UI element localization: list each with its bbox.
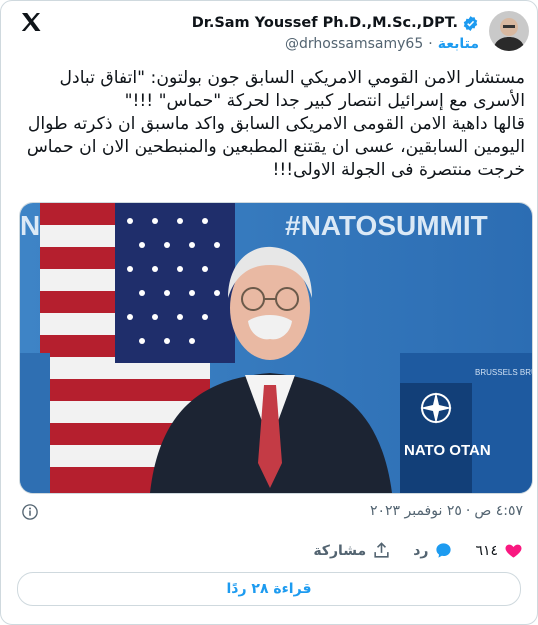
handle-row: @drhossamsamy65 · متابعة (285, 36, 479, 52)
reply-bubble-icon (436, 543, 452, 558)
image-banner-side: BRUSSELS BRUXELLES (475, 368, 532, 377)
image-sign-text: #NATOSUMMIT (285, 210, 488, 241)
heart-icon (505, 544, 522, 558)
tweet-text: مستشار الامن القومي الامريكي السابق جون … (26, 68, 525, 180)
tweet-photo[interactable]: #NATOSUMMIT NATO BRUSSELS BRUXELLES NATO… (19, 202, 533, 494)
share-icon (374, 542, 389, 558)
reply-button[interactable]: رد (413, 541, 453, 560)
like-button[interactable]: ٦١٤ (475, 541, 523, 560)
like-count: ٦١٤ (475, 542, 498, 559)
handle-separator: · (428, 36, 433, 52)
tweet-card: Dr.Sam Youssef Ph.D.,M.Sc.,DPT. @drhossa… (0, 0, 538, 625)
tweet-date: ٢٥ نوفمبر ٢٠٢٣ (369, 503, 462, 519)
tweet-time: ٤:٥٧ ص (474, 503, 523, 519)
author-name-row[interactable]: Dr.Sam Youssef Ph.D.,M.Sc.,DPT. (192, 13, 479, 33)
timestamp-separator: · (465, 503, 471, 519)
reply-label: رد (413, 542, 429, 559)
info-icon[interactable] (21, 503, 39, 521)
read-replies-button[interactable]: قراءة ٢٨ ردًا (17, 572, 521, 606)
x-logo-icon[interactable] (19, 11, 43, 35)
display-name[interactable]: Dr.Sam Youssef Ph.D.,M.Sc.,DPT. (192, 15, 458, 31)
verified-badge-icon (463, 15, 478, 31)
tweet-actions: ٦١٤ رد مشاركة (313, 541, 523, 560)
read-replies-label: قراءة ٢٨ ردًا (226, 581, 312, 597)
handle[interactable]: @drhossamsamy65 (285, 36, 423, 52)
share-button[interactable]: مشاركة (313, 541, 391, 560)
tweet-timestamp[interactable]: ٤:٥٧ ص · ٢٥ نوفمبر ٢٠٢٣ (370, 503, 523, 519)
share-label: مشاركة (313, 542, 367, 559)
image-podium-text: NATO OTAN (404, 442, 491, 459)
follow-button[interactable]: متابعة (438, 36, 479, 52)
avatar[interactable] (489, 11, 529, 51)
